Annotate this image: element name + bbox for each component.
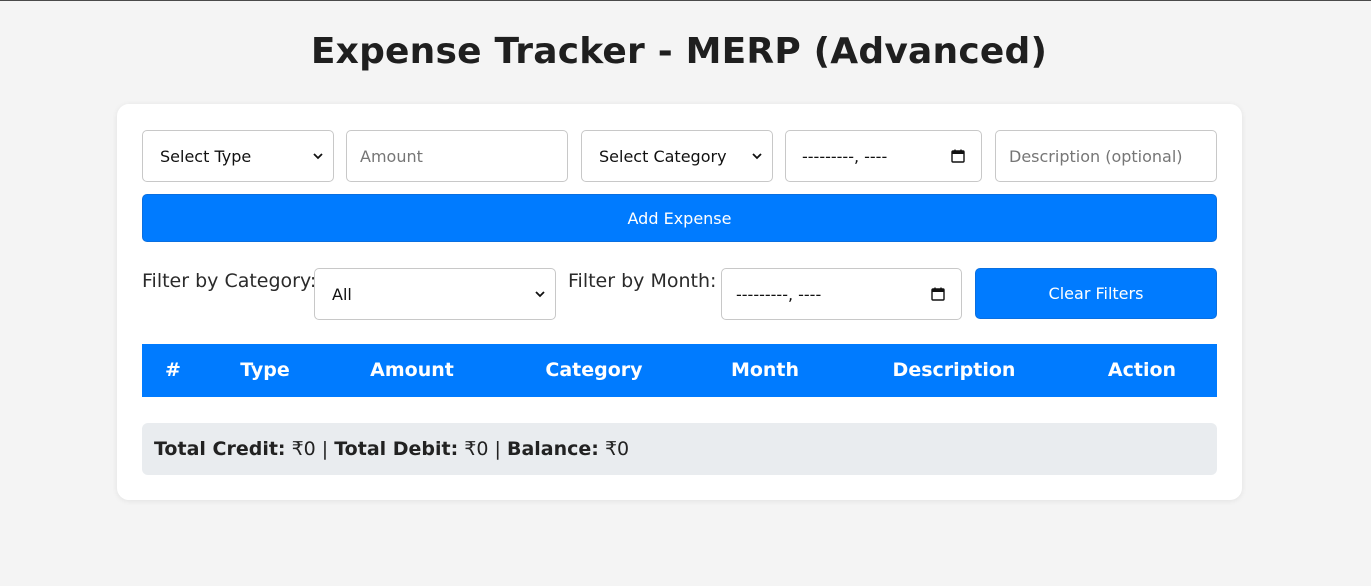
summary-separator: | xyxy=(494,438,501,460)
filter-month-label: Filter by Month: xyxy=(568,270,717,292)
header-description: Description xyxy=(892,359,1016,381)
table-header: # Type Amount Category Month Description… xyxy=(142,344,1217,397)
header-category: Category xyxy=(545,359,643,381)
amount-placeholder: Amount xyxy=(360,146,423,166)
chevron-down-icon xyxy=(313,153,323,160)
chevron-down-icon xyxy=(535,291,545,298)
description-input[interactable]: Description (optional) xyxy=(995,130,1217,182)
balance-value: ₹0 xyxy=(604,438,630,460)
amount-input[interactable]: Amount xyxy=(346,130,568,182)
filter-category-label: Filter by Category: xyxy=(142,270,317,292)
total-debit-value: ₹0 xyxy=(464,438,489,460)
category-select-value: Select Category xyxy=(599,146,727,166)
type-select-value: Select Type xyxy=(160,146,252,166)
total-credit-value: ₹0 xyxy=(291,438,316,460)
summary-separator: | xyxy=(321,438,329,460)
page-title: Expense Tracker - MERP (Advanced) xyxy=(310,31,1048,72)
filter-category-select[interactable]: All xyxy=(314,268,556,320)
tracker-card: Select Type Amount Select Category -----… xyxy=(117,104,1242,500)
header-index: # xyxy=(165,359,181,381)
header-amount: Amount xyxy=(370,359,454,381)
totals-summary: Total Credit: ₹0 | Total Debit: ₹0 | Bal… xyxy=(142,423,1217,475)
calendar-icon[interactable] xyxy=(951,149,965,163)
month-input[interactable]: ---------, ---- xyxy=(785,130,982,182)
calendar-icon[interactable] xyxy=(931,287,945,301)
filter-category-value: All xyxy=(332,284,352,304)
chevron-down-icon xyxy=(752,153,762,160)
clear-filters-button[interactable]: Clear Filters xyxy=(975,268,1217,319)
type-select[interactable]: Select Type xyxy=(142,130,334,182)
total-credit-label: Total Credit: xyxy=(154,438,286,460)
month-input-value: ---------, ---- xyxy=(802,146,888,166)
balance-label: Balance: xyxy=(506,438,599,460)
header-type: Type xyxy=(240,359,290,381)
filter-month-input[interactable]: ---------, ---- xyxy=(721,268,962,320)
add-expense-button[interactable]: Add Expense xyxy=(142,194,1217,242)
header-action: Action xyxy=(1107,359,1177,381)
description-placeholder: Description (optional) xyxy=(1009,146,1183,166)
filter-month-value: ---------, ---- xyxy=(736,284,822,304)
total-debit-label: Total Debit: xyxy=(334,438,459,460)
header-month: Month xyxy=(730,359,800,381)
category-select[interactable]: Select Category xyxy=(581,130,773,182)
